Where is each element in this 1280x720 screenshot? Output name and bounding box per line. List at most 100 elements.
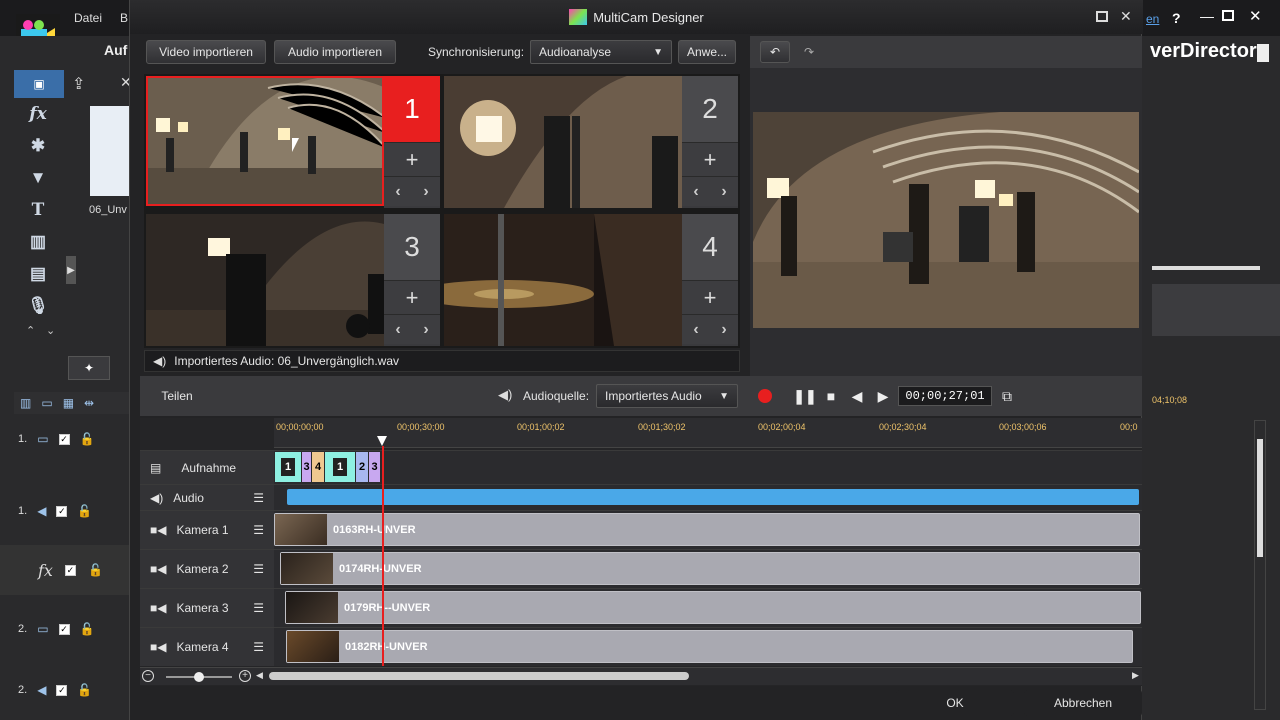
camera-2-prev-icon[interactable]: ‹ [682,177,710,206]
timeline-hscroll-thumb[interactable] [269,672,689,680]
timecode-display[interactable]: 00;00;27;01 [898,386,992,406]
apply-button[interactable]: Anwe... [678,40,736,64]
menu-datei[interactable]: Datei [74,11,102,25]
audio-waveform[interactable] [287,489,1139,505]
camera-1-add-button[interactable]: + [384,142,440,176]
close-app-icon[interactable]: ✕ [1249,7,1262,25]
recording-segment[interactable]: 1 [275,452,301,482]
minimize-icon[interactable]: — [1200,8,1214,24]
media-room-tab[interactable]: ▣ [14,70,64,98]
camera-3-prev-icon[interactable]: ‹ [384,315,412,344]
title-tool-icon[interactable]: T [24,196,52,224]
recording-segment[interactable]: 4 [312,452,324,482]
recording-segment[interactable]: 3 [302,452,311,482]
import-tab[interactable]: ⇪ [72,74,85,94]
track-enable-checkbox[interactable]: ✓ [56,505,68,517]
recording-segment[interactable]: 1 [325,452,355,482]
camera-2-preview[interactable] [444,76,682,208]
pause-icon[interactable]: ❚❚ [793,385,816,407]
track-list-icon[interactable]: ☰ [253,640,264,654]
media-thumbnail[interactable] [90,106,130,196]
zoom-slider-thumb[interactable] [194,672,204,682]
dialog-maximize-icon[interactable] [1096,11,1108,22]
camera-2-next-icon[interactable]: › [710,177,738,206]
lock-icon[interactable]: 🔓 [77,504,92,518]
cancel-button[interactable]: Abbrechen [1024,690,1142,716]
stop-icon[interactable]: ■ [820,385,842,407]
help-link[interactable]: en [1146,12,1159,26]
help-icon[interactable]: ? [1172,10,1181,26]
camera-3-next-icon[interactable]: › [412,315,440,344]
lock-icon[interactable]: 🔓 [88,563,103,577]
track-enable-checkbox[interactable]: ✓ [58,623,70,635]
transition-tool-icon[interactable]: ▥ [24,228,52,256]
camera-4-add-button[interactable]: + [682,280,738,314]
sync-select[interactable]: Audioanalyse ▼ [530,40,672,64]
record-button[interactable] [754,385,776,407]
recording-segment[interactable]: 3 [369,452,380,482]
display-mode-icon[interactable]: ⧉ [996,385,1018,407]
fx-tool-icon[interactable]: fx [24,100,52,128]
camera-4-preview[interactable] [444,214,682,346]
maximize-icon[interactable] [1222,10,1234,21]
scroll-thumb[interactable] [1257,439,1263,557]
storyboard-icon[interactable]: ▭ [41,396,52,410]
track-enable-checkbox[interactable]: ✓ [56,684,68,696]
magic-tool-button[interactable]: ✦ [68,356,110,380]
scroll-down-icon[interactable]: ⌄ [46,324,55,337]
audio-import-button[interactable]: Audio importieren [274,40,396,64]
timeline-scrollbar-v[interactable] [1254,420,1266,710]
side-scrollbar[interactable] [1257,44,1269,62]
track-list-icon[interactable]: ☰ [253,601,264,615]
camera-3-number[interactable]: 3 [384,214,440,280]
particle-tool-icon[interactable]: ✱ [24,132,52,160]
track-enable-checkbox[interactable]: ✓ [64,564,76,576]
recording-segment[interactable]: 2 [356,452,368,482]
undo-button[interactable]: ↶ [760,41,790,63]
scroll-up-icon[interactable]: ⌃ [26,324,35,337]
zoom-in-icon[interactable]: + [239,670,251,682]
camera-1-clip[interactable]: 0163RH-UNVER [274,513,1140,546]
camera-3-add-button[interactable]: + [384,280,440,314]
audio-source-select[interactable]: Importiertes Audio ▼ [596,384,738,408]
expand-panel-icon[interactable]: ▶ [66,256,76,284]
camera-2-add-button[interactable]: + [682,142,738,176]
next-frame-icon[interactable]: ▶ [872,385,894,407]
track-list-icon[interactable]: ☰ [253,491,264,505]
camera-4-clip[interactable]: 0182RH-UNVER [286,630,1133,663]
camera-2-number[interactable]: 2 [682,76,738,142]
track-list-icon[interactable]: ☰ [253,523,264,537]
lock-icon[interactable]: 🔓 [80,622,95,636]
add-track-icon[interactable]: ▦ [63,396,74,410]
scroll-right-icon[interactable]: ▶ [1132,670,1139,681]
lock-icon[interactable]: 🔓 [77,683,92,697]
timeline-view-icon[interactable]: ▥ [20,396,31,410]
camera-4-next-icon[interactable]: › [710,315,738,344]
redo-button[interactable]: ↷ [794,41,824,63]
camera-4-number[interactable]: 4 [682,214,738,280]
camera-1-next-icon[interactable]: › [412,177,440,206]
scroll-left-icon[interactable]: ◀ [256,670,263,681]
camera-1-prev-icon[interactable]: ‹ [384,177,412,206]
track-enable-checkbox[interactable]: ✓ [58,433,70,445]
chapter-tool-icon[interactable]: ▤ [24,260,52,288]
pip-tool-icon[interactable]: ▼ [24,164,52,192]
dialog-close-icon[interactable]: ✕ [1120,8,1132,25]
zoom-out-icon[interactable]: − [142,670,154,682]
camera-1-preview[interactable] [146,76,384,206]
camera-3-clip[interactable]: 0179RH--UNVER [285,591,1141,624]
camera-2-clip[interactable]: 0174RH-UNVER [280,552,1140,585]
split-button[interactable]: Teilen [146,384,208,408]
ok-button[interactable]: OK [896,690,1014,716]
lock-icon[interactable]: 🔓 [80,432,95,446]
fit-icon[interactable]: ⇹ [84,396,94,410]
tab-aufnahme[interactable]: Auf [104,42,127,58]
voice-tool-icon[interactable]: 🎙 [24,292,52,320]
track-list-icon[interactable]: ☰ [253,562,264,576]
camera-3-preview[interactable] [146,214,384,346]
menu-b[interactable]: B [120,11,128,25]
camera-1-number[interactable]: 1 [384,76,440,142]
camera-4-prev-icon[interactable]: ‹ [682,315,710,344]
previous-frame-icon[interactable]: ◀ [846,385,868,407]
video-import-button[interactable]: Video importieren [146,40,266,64]
